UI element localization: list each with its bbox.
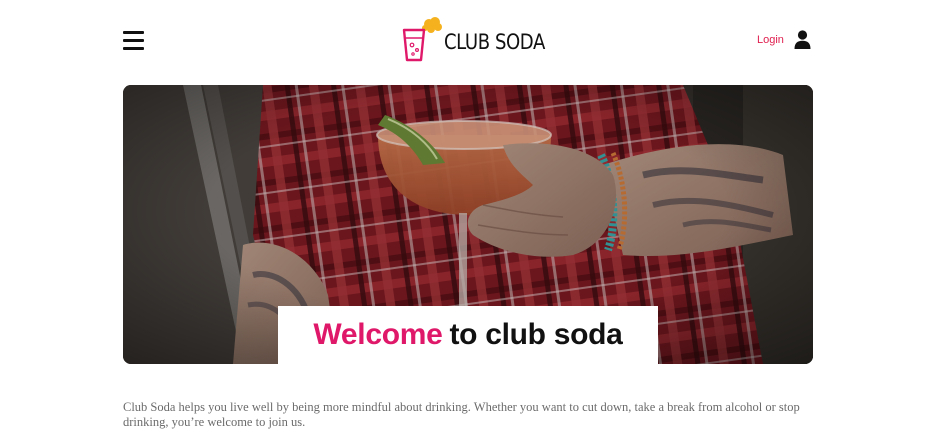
glass-logo-icon (402, 17, 442, 62)
club-soda-logo[interactable]: CLUB SODA (400, 14, 561, 64)
site-header: CLUB SODA Login (0, 0, 940, 85)
brand-name: CLUB SODA (444, 30, 545, 54)
welcome-banner: Welcome to club soda (278, 306, 658, 364)
welcome-rest: to club soda (449, 318, 623, 351)
menu-bar (123, 47, 144, 50)
menu-bar (123, 39, 144, 42)
intro-text: Club Soda helps you live well by being m… (123, 400, 800, 429)
menu-bar (123, 31, 144, 34)
login-label: Login (757, 34, 784, 46)
user-icon[interactable] (794, 30, 811, 50)
hamburger-menu-icon[interactable] (123, 31, 144, 50)
welcome-highlight: Welcome (313, 318, 443, 351)
login-link[interactable]: Login (757, 30, 811, 50)
